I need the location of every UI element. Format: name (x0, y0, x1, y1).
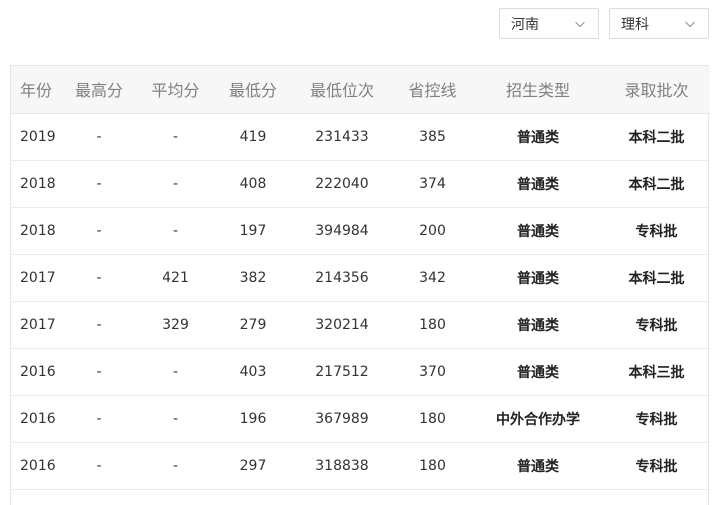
cell-min-score: 403 (214, 348, 292, 396)
score-table: 年份 最高分 平均分 最低分 最低位次 省控线 招生类型 录取批次 2019- -… (11, 66, 710, 490)
cell-admission-batch: 专科批 (603, 442, 710, 490)
cell-max-score: - (61, 113, 137, 161)
cell-avg-score: - (137, 160, 214, 208)
header-min-score: 最低分 (214, 66, 292, 114)
header-min-rank: 最低位次 (292, 66, 392, 114)
cell-admission-batch: 专科批 (603, 395, 710, 443)
cell-admission-batch: 专科批 (603, 207, 710, 255)
cell-admission-batch: 本科二批 (603, 160, 710, 208)
cell-admission-batch: 专科批 (603, 301, 710, 349)
header-max-score: 最高分 (61, 66, 137, 114)
cell-avg-score: - (137, 348, 214, 396)
cell-max-score: - (61, 442, 137, 490)
cell-admission-type: 普通类 (473, 442, 603, 490)
cell-province-line: 180 (392, 442, 473, 490)
cell-avg-score: - (137, 207, 214, 255)
cell-province-line: 374 (392, 160, 473, 208)
table-row: 2017-329 279 320214 180 普通类 专科批 (11, 301, 710, 349)
cell-admission-type: 普通类 (473, 348, 603, 396)
cell-province-line: 180 (392, 395, 473, 443)
cell-min-rank: 367989 (292, 395, 392, 443)
cell-year: 2016 (11, 442, 61, 490)
cell-max-score: - (61, 207, 137, 255)
cell-min-score: 196 (214, 395, 292, 443)
cell-admission-type: 中外合作办学 (473, 395, 603, 443)
cell-avg-score: - (137, 442, 214, 490)
table-row: 2016- -297 318838 180 普通类 专科批 (11, 442, 710, 490)
chevron-down-icon (684, 18, 696, 30)
province-select-value: 河南 (511, 16, 539, 33)
cell-min-score: 279 (214, 301, 292, 349)
table-row: 2016- -196 367989 180 中外合作办学 专科批 (11, 395, 710, 443)
cell-admission-type: 普通类 (473, 301, 603, 349)
cell-admission-type: 普通类 (473, 254, 603, 302)
subject-select-value: 理科 (621, 16, 649, 33)
cell-min-score: 297 (214, 442, 292, 490)
cell-min-rank: 320214 (292, 301, 392, 349)
cell-admission-batch: 本科二批 (603, 254, 710, 302)
cell-province-line: 385 (392, 113, 473, 161)
header-year: 年份 (11, 66, 61, 114)
cell-admission-type: 普通类 (473, 207, 603, 255)
cell-admission-batch: 本科二批 (603, 113, 710, 161)
cell-max-score: - (61, 301, 137, 349)
cell-avg-score: 329 (137, 301, 214, 349)
table-row: 2017-421 382 214356 342 普通类 本科二批 (11, 254, 710, 302)
cell-min-rank: 231433 (292, 113, 392, 161)
cell-avg-score: - (137, 395, 214, 443)
province-select[interactable]: 河南 (499, 8, 599, 39)
cell-province-line: 370 (392, 348, 473, 396)
cell-admission-type: 普通类 (473, 113, 603, 161)
cell-year: 2017 (11, 254, 61, 302)
cell-province-line: 342 (392, 254, 473, 302)
cell-min-rank: 217512 (292, 348, 392, 396)
table-row: 2018- -197 394984 200 普通类 专科批 (11, 207, 710, 255)
header-province-line: 省控线 (392, 66, 473, 114)
cell-admission-type: 普通类 (473, 160, 603, 208)
header-avg-score: 平均分 (137, 66, 214, 114)
cell-min-rank: 318838 (292, 442, 392, 490)
cell-min-score: 382 (214, 254, 292, 302)
cell-year: 2017 (11, 301, 61, 349)
cell-min-score: 197 (214, 207, 292, 255)
cell-year: 2018 (11, 160, 61, 208)
table-header-row: 年份 最高分 平均分 最低分 最低位次 省控线 招生类型 录取批次 (11, 66, 710, 114)
table-row: 2016- -403 217512 370 普通类 本科三批 (11, 348, 710, 396)
cell-max-score: - (61, 160, 137, 208)
cell-year: 2016 (11, 348, 61, 396)
cell-province-line: 200 (392, 207, 473, 255)
cell-year: 2019 (11, 113, 61, 161)
cell-admission-batch: 本科三批 (603, 348, 710, 396)
subject-select[interactable]: 理科 (609, 8, 709, 39)
cell-avg-score: - (137, 113, 214, 161)
cell-max-score: - (61, 254, 137, 302)
cell-max-score: - (61, 395, 137, 443)
cell-avg-score: 421 (137, 254, 214, 302)
cell-min-score: 419 (214, 113, 292, 161)
cell-min-rank: 222040 (292, 160, 392, 208)
cell-year: 2016 (11, 395, 61, 443)
cell-max-score: - (61, 348, 137, 396)
cell-min-score: 408 (214, 160, 292, 208)
table-row: 2018- -408 222040 374 普通类 本科二批 (11, 160, 710, 208)
cell-min-rank: 214356 (292, 254, 392, 302)
score-table-container: 年份 最高分 平均分 最低分 最低位次 省控线 招生类型 录取批次 2019- -… (10, 65, 710, 505)
chevron-down-icon (574, 18, 586, 30)
header-admission-batch: 录取批次 (603, 66, 710, 114)
cell-province-line: 180 (392, 301, 473, 349)
header-admission-type: 招生类型 (473, 66, 603, 114)
cell-year: 2018 (11, 207, 61, 255)
table-row: 2019- -419 231433 385 普通类 本科二批 (11, 113, 710, 161)
cell-min-rank: 394984 (292, 207, 392, 255)
